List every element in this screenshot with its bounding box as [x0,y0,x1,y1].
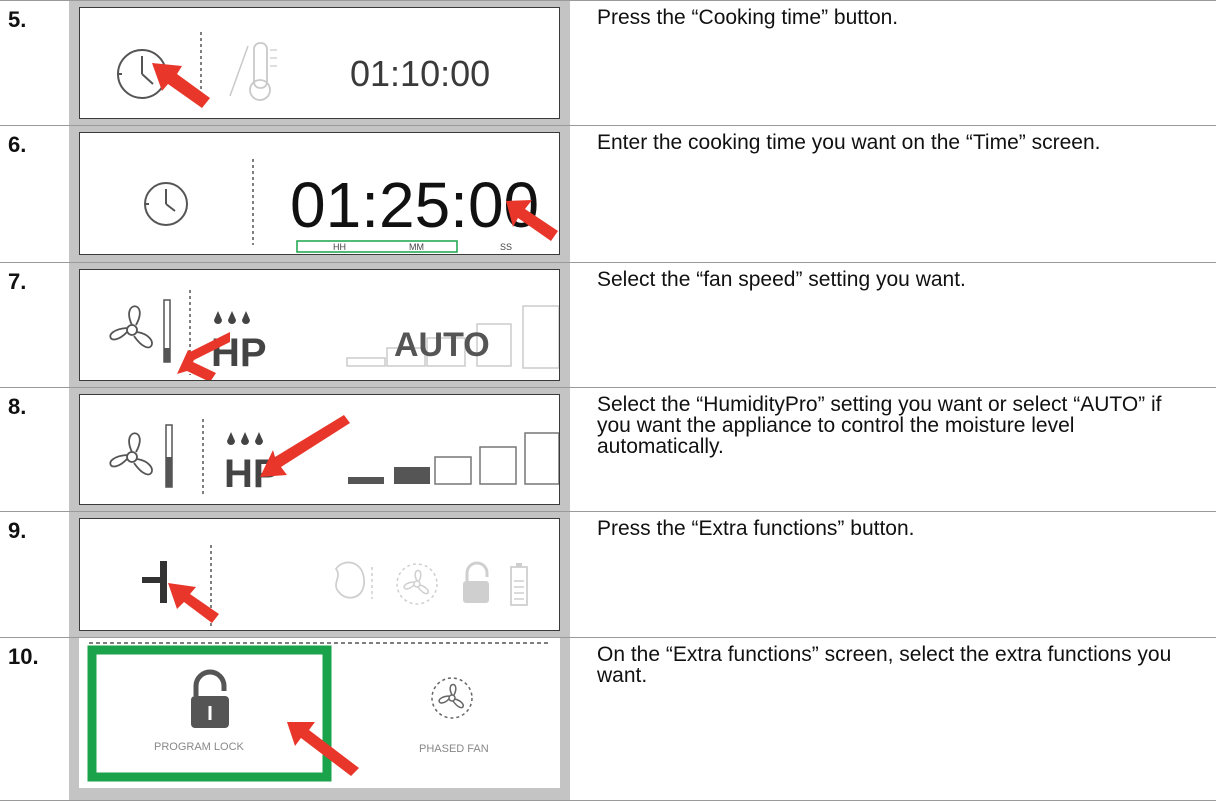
step-number: 5. [8,7,27,32]
seconds-label: SS [500,242,512,252]
screen-panel: PROGRAM LOCK PHASED FAN [69,638,570,801]
step-instruction: Press the “Cooking time” button. [597,6,899,29]
step-instruction: Enter the cooking time you want on the “… [597,131,1101,154]
screen-panel: 01:25:00 HH MM SS [69,126,570,263]
humidity-drops-icon [214,311,250,324]
cooking-time-value: 01:10:00 [350,53,490,94]
minutes-label: MM [409,242,424,252]
auto-label[interactable]: AUTO [394,326,490,364]
step-number: 7. [8,269,27,294]
screen-panel: 01:10:00 [69,1,570,126]
step-number: 9. [8,518,27,543]
step-instruction: Select the “HumidityPro” setting you wan… [597,393,1162,458]
step-row-6: 6. 01:25:00 HH MM SS Enter the cooking t… [0,125,1216,263]
fan-icon[interactable] [109,299,171,363]
steam-icon [334,561,373,599]
program-lock-tile[interactable]: PROGRAM LOCK [87,645,332,782]
battery-icon [510,563,528,606]
clock-icon [144,182,188,226]
oven-screen [79,518,560,631]
phased-fan-icon [431,677,473,719]
step-number: 6. [8,132,27,157]
fan-icon [109,424,173,488]
oven-screen: HP [79,394,560,505]
screen-panel [69,512,570,638]
step-number: 8. [8,394,27,419]
step-instruction: Select the “fan speed” setting you want. [597,268,966,291]
lock-icon [463,561,489,603]
phased-fan-label: PHASED FAN [419,743,489,755]
screen-panel: HP AUTO [69,263,570,388]
humidity-drops-icon [227,432,263,445]
hours-label: HH [333,242,346,252]
time-entry-value[interactable]: 01:25:00 [290,169,539,241]
oven-screen: HP AUTO [79,269,560,381]
step-row-5: 5. 01:10:00 Press the “Cooking time” but… [0,0,1216,126]
phased-fan-tile[interactable]: PHASED FAN [419,677,489,755]
oven-screen: PROGRAM LOCK PHASED FAN [79,638,560,788]
step-instruction: On the “Extra functions” screen, select … [597,643,1172,687]
thermometer-icon[interactable] [229,42,277,101]
extra-function-icons [334,561,528,606]
step-number: 10. [8,644,39,669]
time-field-highlight [296,240,458,253]
screen-panel: HP [69,388,570,512]
step-row-7: 7. HP AUTO Select the “fan speed” settin… [0,262,1216,388]
step-instruction: Press the “Extra functions” button. [597,517,915,540]
extra-functions-icon[interactable] [142,561,167,603]
lock-icon [191,669,229,728]
pointer-arrow [260,415,350,477]
step-row-9: 9. Press the “Extra functions” button. [0,511,1216,638]
step-row-10: 10. PROGRAM LOCK PHASED FAN On the “Extr… [0,637,1216,801]
phased-fan-icon [396,563,438,605]
humidity-level-bars[interactable] [348,432,559,485]
oven-screen: 01:25:00 HH MM SS [79,132,560,255]
program-lock-label: PROGRAM LOCK [154,741,245,753]
step-row-8: 8. HP Select the “HumidityPro” setting y… [0,387,1216,512]
oven-screen: 01:10:00 [79,7,560,119]
